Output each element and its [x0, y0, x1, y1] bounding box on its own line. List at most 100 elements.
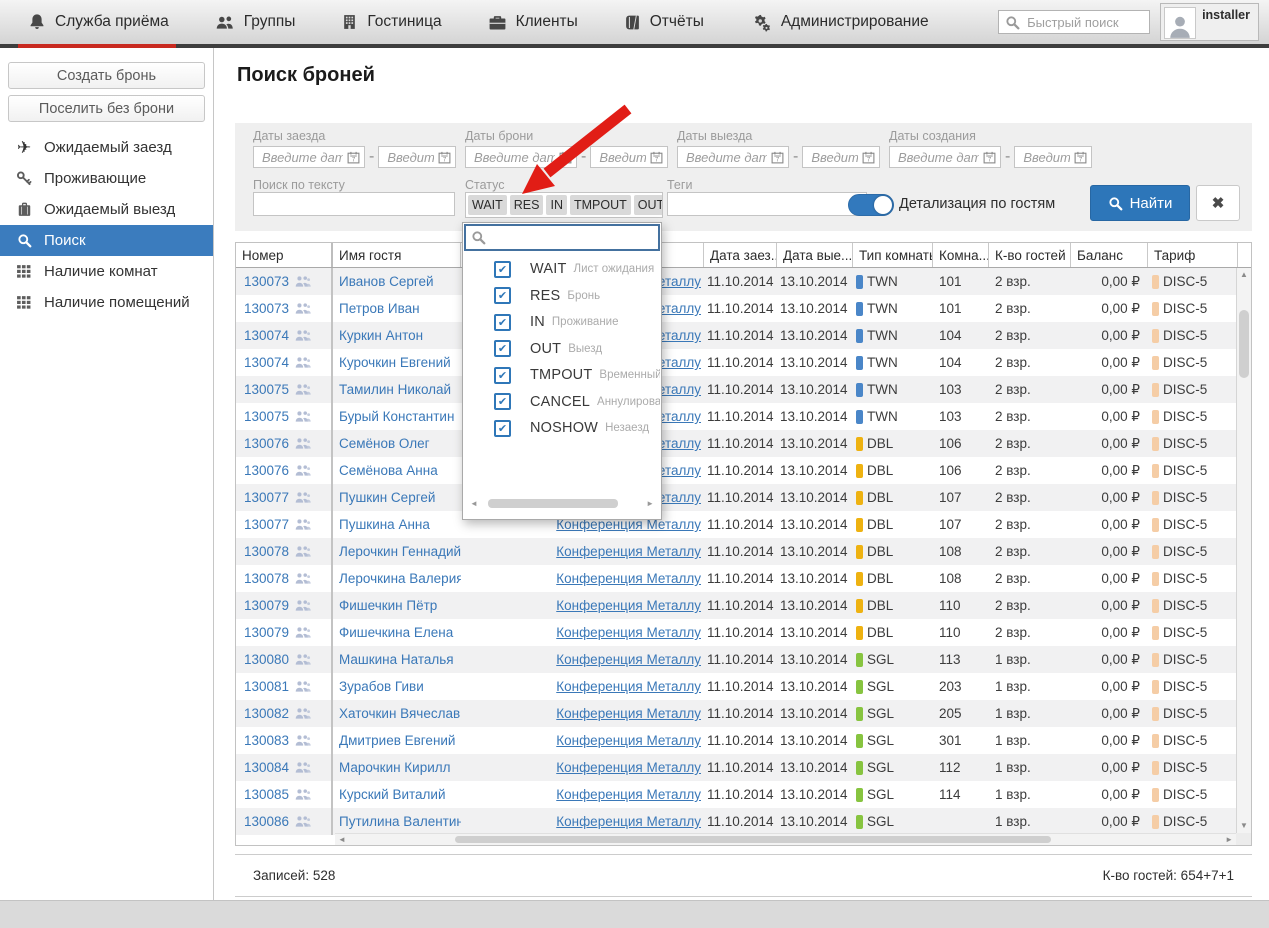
table-row[interactable]: 130075Тамилин НиколайКонференция Металлу…	[236, 376, 1251, 403]
table-row[interactable]: 130082Хаточкин ВячеславКонференция Метал…	[236, 700, 1251, 727]
column-header-9[interactable]: Тариф	[1148, 243, 1238, 267]
guest-name-link[interactable]: Курский Виталий	[339, 787, 446, 802]
group-link[interactable]: Конференция Металлу	[556, 814, 701, 829]
checkbox-checked-icon[interactable]: ✔	[494, 314, 511, 331]
table-row[interactable]: 130083Дмитриев ЕвгенийКонференция Металл…	[236, 727, 1251, 754]
column-header-7[interactable]: К-во гостей	[989, 243, 1071, 267]
dropdown-scroll-thumb[interactable]	[488, 499, 618, 508]
table-row[interactable]: 130080 Машкина Наталья Конференция Металлу…	[236, 646, 1251, 673]
guest-name-link[interactable]: Семёнов Олег	[339, 436, 430, 451]
checkbox-checked-icon[interactable]: ✔	[494, 367, 511, 384]
group-link[interactable]: Конференция Металлу	[556, 652, 701, 667]
table-row[interactable]: 130079Фишечкина ЕленаКонференция Металлу…	[236, 619, 1251, 646]
scroll-right-arrow-icon[interactable]: ►	[646, 497, 654, 510]
booking-number-link[interactable]: 130076	[244, 463, 289, 478]
guest-name-link[interactable]: Машкина Наталья	[339, 652, 454, 667]
guest-name-link[interactable]: Тамилин Николай	[339, 382, 451, 397]
table-row[interactable]: 130074Курочкин ЕвгенийКонференция Металл…	[236, 349, 1251, 376]
date-from-input[interactable]	[896, 149, 981, 166]
group-link[interactable]: Конференция Металлу	[556, 625, 701, 640]
clear-filters-button[interactable]: ✖	[1196, 185, 1240, 221]
booking-number-link[interactable]: 130079	[244, 625, 289, 640]
sidebar-item-space-availability[interactable]: Наличие помещений	[0, 287, 213, 318]
scroll-up-arrow-icon[interactable]: ▲	[1237, 269, 1251, 281]
status-chip-in[interactable]: IN	[546, 195, 567, 215]
table-row[interactable]: 130081Зурабов ГивиКонференция Металлу11.…	[236, 673, 1251, 700]
status-chip-res[interactable]: RES	[510, 195, 544, 215]
checkin-without-booking-button[interactable]: Поселить без брони	[8, 95, 205, 122]
booking-number-link[interactable]: 130080	[244, 652, 289, 667]
group-link[interactable]: Конференция Металлу	[556, 571, 701, 586]
guest-name-link[interactable]: Пушкина Анна	[339, 517, 430, 532]
calendar-icon[interactable]: 7	[983, 151, 996, 164]
guest-name-link[interactable]: Куркин Антон	[339, 328, 423, 343]
column-header-1[interactable]: Имя гостя	[333, 243, 461, 267]
date-from-input[interactable]	[472, 149, 557, 166]
date-to-input[interactable]	[1021, 149, 1072, 166]
group-link[interactable]: Конференция Металлу	[556, 760, 701, 775]
text-search-input[interactable]	[253, 192, 455, 216]
booking-number-link[interactable]: 130073	[244, 301, 289, 316]
booking-number-link[interactable]: 130079	[244, 598, 289, 613]
column-header-4[interactable]: Дата вые...	[777, 243, 853, 267]
status-chip-tmpout[interactable]: TMPOUT	[570, 195, 631, 215]
nav-item-reception[interactable]: Служба приёма	[28, 13, 169, 31]
column-header-6[interactable]: Комна...	[933, 243, 989, 267]
status-chip-wait[interactable]: WAIT	[468, 195, 507, 215]
scroll-down-arrow-icon[interactable]: ▼	[1237, 820, 1251, 832]
checkbox-checked-icon[interactable]: ✔	[494, 340, 511, 357]
group-link[interactable]: Конференция Металлу	[556, 544, 701, 559]
booking-number-link[interactable]: 130076	[244, 436, 289, 451]
status-option-out[interactable]: ✔OUTВыезд	[463, 336, 660, 363]
status-option-wait[interactable]: ✔WAITЛист ожидания	[463, 256, 660, 283]
column-header-0[interactable]: Номер	[236, 243, 333, 267]
nav-item-clients[interactable]: Клиенты	[488, 13, 578, 31]
booking-number-link[interactable]: 130082	[244, 706, 289, 721]
guest-name-link[interactable]: Лерочкина Валерия	[339, 571, 461, 586]
booking-number-link[interactable]: 130077	[244, 517, 289, 532]
date-to-input[interactable]	[597, 149, 648, 166]
table-row[interactable]: 130085Курский ВиталийКонференция Металлу…	[236, 781, 1251, 808]
table-row[interactable]: 130075Бурый КонстантинКонференция Металл…	[236, 403, 1251, 430]
table-row[interactable]: 130076Семёнова АннаКонференция Металлу11…	[236, 457, 1251, 484]
guest-detail-toggle[interactable]	[848, 194, 894, 216]
group-link[interactable]: Конференция Металлу	[556, 706, 701, 721]
quick-search-input[interactable]	[1025, 14, 1143, 31]
booking-number-link[interactable]: 130074	[244, 328, 289, 343]
group-link[interactable]: Конференция Металлу	[556, 733, 701, 748]
booking-number-link[interactable]: 130078	[244, 571, 289, 586]
sidebar-item-expected-arrival[interactable]: ✈Ожидаемый заезд	[0, 132, 213, 163]
guest-name-link[interactable]: Путилина Валентина	[339, 814, 461, 829]
calendar-icon[interactable]: 7	[862, 151, 875, 164]
calendar-icon[interactable]: 7	[347, 151, 360, 164]
booking-number-link[interactable]: 130084	[244, 760, 289, 775]
find-button[interactable]: Найти	[1090, 185, 1190, 221]
guest-name-link[interactable]: Курочкин Евгений	[339, 355, 451, 370]
scroll-right-arrow-icon[interactable]: ►	[1225, 834, 1233, 845]
status-option-tmpout[interactable]: ✔TMPOUTВременный выезд	[463, 362, 660, 389]
vertical-scroll-thumb[interactable]	[1239, 310, 1249, 378]
guest-name-link[interactable]: Фишечкин Пётр	[339, 598, 437, 613]
date-from-input[interactable]	[684, 149, 769, 166]
calendar-icon[interactable]: 7	[771, 151, 784, 164]
scroll-left-arrow-icon[interactable]: ◄	[470, 497, 478, 510]
sidebar-item-search[interactable]: Поиск	[0, 225, 213, 256]
table-row[interactable]: 130078 Лерочкин Геннадий Конференция Метал…	[236, 538, 1251, 565]
nav-item-hotel[interactable]: Гостиница	[341, 13, 441, 31]
group-link[interactable]: Конференция Металлу	[556, 679, 701, 694]
sidebar-item-room-availability[interactable]: Наличие комнат	[0, 256, 213, 287]
column-header-3[interactable]: Дата заез...	[704, 243, 777, 267]
guest-name-link[interactable]: Лерочкин Геннадий	[339, 544, 461, 559]
column-header-8[interactable]: Баланс	[1071, 243, 1148, 267]
table-row[interactable]: 130078 Лерочкина Валерия Конференция Метал…	[236, 565, 1251, 592]
table-row[interactable]: 130077Пушкин СергейКонференция Металлу11…	[236, 484, 1251, 511]
booking-number-link[interactable]: 130078	[244, 544, 289, 559]
booking-number-link[interactable]: 130075	[244, 382, 289, 397]
guest-name-link[interactable]: Зурабов Гиви	[339, 679, 424, 694]
dropdown-scroll-track[interactable]	[482, 499, 642, 508]
table-row[interactable]: 130086Путилина ВалентинаКонференция Мета…	[236, 808, 1251, 835]
date-to-input[interactable]	[385, 149, 436, 166]
calendar-icon[interactable]: 7	[438, 151, 451, 164]
checkbox-checked-icon[interactable]: ✔	[494, 287, 511, 304]
create-booking-button[interactable]: Создать бронь	[8, 62, 205, 89]
